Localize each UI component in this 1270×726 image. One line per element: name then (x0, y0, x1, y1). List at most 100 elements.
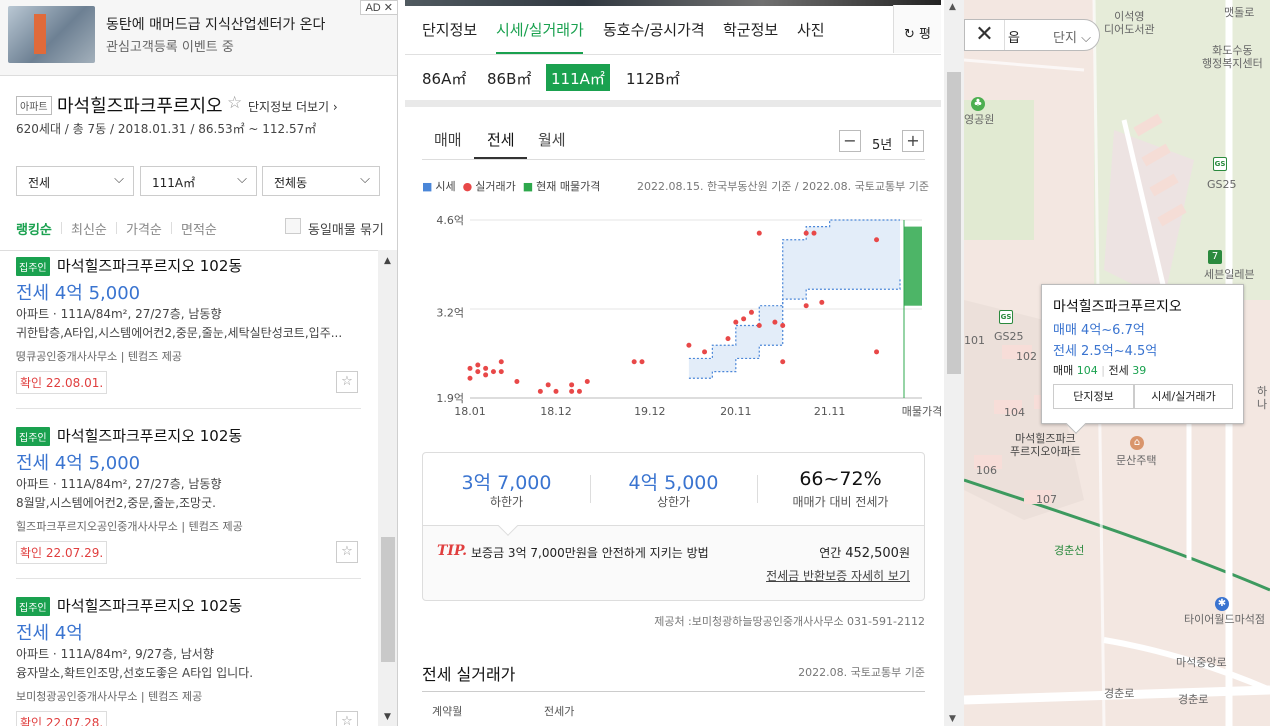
popup-sale-range: 매매 4억~6.7억 (1053, 323, 1145, 338)
x-tick-label: 19.12 (634, 405, 666, 418)
tab-school[interactable]: 학군정보 (723, 19, 778, 40)
listing-price: 전세 4억 (16, 623, 83, 644)
dong-select[interactable]: 전체동 ⌵ (262, 166, 380, 196)
x-tick-label: 21.11 (814, 405, 846, 418)
favorite-star-icon[interactable]: ☆ (336, 371, 358, 393)
map-label-road: 경춘로 (1178, 693, 1209, 706)
scroll-up-icon[interactable]: ▲ (949, 2, 956, 12)
map-filter-complex[interactable]: 단지 ⌵ (1053, 27, 1091, 46)
complex-more-link[interactable]: 단지정보 더보기 › (248, 98, 338, 115)
list-item[interactable]: 집주인 마석힐즈파크푸르지오 102동 전세 4억 아파트 · 111A/84m… (16, 591, 361, 726)
list-item[interactable]: 집주인 마석힐즈파크푸르지오 102동 전세 4억 5,000 아파트 · 11… (16, 251, 361, 421)
listing-agency: 뗭큐공인중개사사무소 | 텐컴즈 제공 (16, 350, 182, 363)
owner-badge: 집주인 (16, 597, 50, 616)
close-icon[interactable]: ✕ (384, 2, 393, 14)
listing-title[interactable]: 마석힐즈파크푸르지오 102동 (57, 595, 242, 616)
deal-tab-jeonse[interactable]: 전세 (487, 129, 515, 150)
scroll-up-icon[interactable]: ▲ (384, 256, 391, 266)
listing-title[interactable]: 마석힐즈파크푸르지오 102동 (57, 425, 242, 446)
map-label-poi: 하나 (1256, 385, 1268, 411)
guarantee-detail-link[interactable]: 전세금 반환보증 자세히 보기 (766, 567, 910, 584)
price-chart[interactable]: 1.9억 3.2억 4.6억 18.01 18.12 19.12 20.11 21.11 매물가… (422, 200, 947, 422)
tip-icon: TIP. (437, 543, 468, 559)
real-deal-point (748, 309, 754, 315)
ad-title[interactable]: 동탄에 매머드급 지식산업센터가 온다 (106, 14, 325, 34)
favorite-star-icon[interactable]: ☆ (227, 93, 242, 113)
lower-price-label: 하한가 (489, 495, 524, 509)
popup-price-button[interactable]: 시세/실거래가 (1134, 384, 1233, 409)
scroll-down-icon[interactable]: ▼ (384, 712, 391, 722)
refresh-icon: ↻ (903, 27, 915, 42)
listing-title[interactable]: 마석힐즈파크푸르지오 102동 (57, 255, 242, 276)
ad-banner[interactable]: 동탄에 매머드급 지식산업센터가 온다 관심고객등록 이벤트 중 AD ✕ (0, 0, 397, 76)
same-listing-checkbox[interactable] (285, 218, 301, 234)
real-deal-point (803, 303, 809, 309)
ad-badge[interactable]: AD ✕ (360, 0, 397, 15)
park-icon: ♣ (971, 97, 985, 111)
complex-popup[interactable]: 마석힐즈파크푸르지오 매매 4억~6.7억 전세 2.5억~4.5억 매매 10… (1041, 284, 1244, 424)
trade-type-select[interactable]: 전세 ⌵ (16, 166, 134, 196)
ad-subtitle[interactable]: 관심고객등록 이벤트 중 (106, 36, 234, 55)
map-label-road: 맷돌로 (1224, 6, 1255, 19)
summary-box: 3억 7,000 하한가 4억 5,000 상한가 66~72% 매매가 대비 … (422, 452, 925, 601)
listing-price: 전세 4억 5,000 (16, 283, 141, 304)
tab-price[interactable]: 시세/실거래가 (496, 19, 584, 40)
map-filter-buttons[interactable]: ✕ 읍 단지 ⌵ (964, 19, 1100, 51)
close-icon[interactable]: ✕ (965, 20, 1005, 50)
real-deal-point (702, 349, 708, 355)
real-deal-point (483, 372, 489, 378)
tab-photo[interactable]: 사진 (797, 19, 825, 40)
area-111a[interactable]: 111A㎡ (546, 64, 610, 91)
gs25-icon: GS (1213, 157, 1227, 171)
scroll-down-icon[interactable]: ▼ (949, 714, 956, 724)
listing-confirm-date: 확인 22.07.28. (16, 711, 108, 726)
scroll-thumb[interactable] (947, 72, 961, 374)
detail-panel: 단지정보 시세/실거래가 동호수/공시가격 학군정보 사진 ↻ 평 86A㎡ 8… (399, 0, 964, 726)
period-minus-button[interactable]: − (839, 130, 861, 152)
area-select[interactable]: 111A㎡ ⌵ (140, 166, 257, 196)
ad-thumbnail[interactable] (8, 6, 95, 63)
real-deal-point (803, 230, 809, 236)
listing-agency: 힐즈파크푸르지오공인중개사사무소 | 텐컴즈 제공 (16, 520, 243, 533)
sort-ranking[interactable]: 랭킹순 (16, 219, 52, 238)
sort-latest[interactable]: 최신순 (71, 219, 107, 238)
favorite-star-icon[interactable]: ☆ (336, 541, 358, 563)
map-label-dong: 104 (1004, 406, 1025, 419)
area-86a[interactable]: 86A㎡ (417, 64, 471, 91)
chevron-down-icon: ⌵ (114, 172, 124, 187)
gs25-icon: GS (999, 310, 1013, 324)
listing-confirm-date: 확인 22.07.29. (16, 541, 108, 564)
listing-scrollbar[interactable]: ▲ ▼ (378, 250, 397, 726)
real-deal-point (772, 319, 778, 325)
same-listing-label[interactable]: 동일매물 묶기 (308, 219, 384, 238)
listing-spec: 아파트 · 111A/84m², 27/27층, 남동향 (16, 307, 222, 321)
popup-title[interactable]: 마석힐즈파크푸르지오 (1053, 296, 1182, 316)
popup-complex-info-button[interactable]: 단지정보 (1053, 384, 1134, 409)
scroll-thumb[interactable] (381, 537, 395, 662)
area-86b[interactable]: 86B㎡ (482, 64, 536, 91)
period-plus-button[interactable]: + (902, 130, 924, 152)
tab-unit-price[interactable]: 동호수/공시가격 (603, 19, 705, 40)
chevron-down-icon: ⌵ (360, 172, 370, 187)
deal-tab-monthly[interactable]: 월세 (538, 129, 566, 150)
real-deal-point (569, 382, 575, 388)
real-deal-point (874, 349, 880, 355)
sort-price[interactable]: 가격순 (126, 219, 162, 238)
pyeong-toggle-button[interactable]: ↻ 평 (893, 5, 941, 53)
list-item[interactable]: 집주인 마석힐즈파크푸르지오 102동 전세 4억 5,000 아파트 · 11… (16, 421, 361, 591)
map-label-tire-shop: 타이어월드마석점 (1184, 613, 1265, 626)
deal-tab-sale[interactable]: 매매 (434, 129, 462, 150)
favorite-star-icon[interactable]: ☆ (336, 711, 358, 726)
tab-complex-info[interactable]: 단지정보 (422, 19, 477, 40)
upper-price-label: 상한가 (656, 495, 691, 509)
area-112b[interactable]: 112B㎡ (621, 64, 685, 91)
map-label-library: 이석영 디어도서관 (1104, 10, 1155, 36)
real-deal-point (584, 379, 590, 385)
sort-area[interactable]: 면적순 (181, 219, 217, 238)
map-filter-town[interactable]: 읍 (1008, 27, 1020, 46)
ratio-value: 66~72% (799, 468, 882, 490)
header-photo-strip (405, 0, 941, 6)
real-deal-point (553, 388, 559, 394)
detail-scrollbar[interactable]: ▲ ▼ (944, 0, 964, 726)
map-label-dong: 107 (1036, 493, 1057, 506)
